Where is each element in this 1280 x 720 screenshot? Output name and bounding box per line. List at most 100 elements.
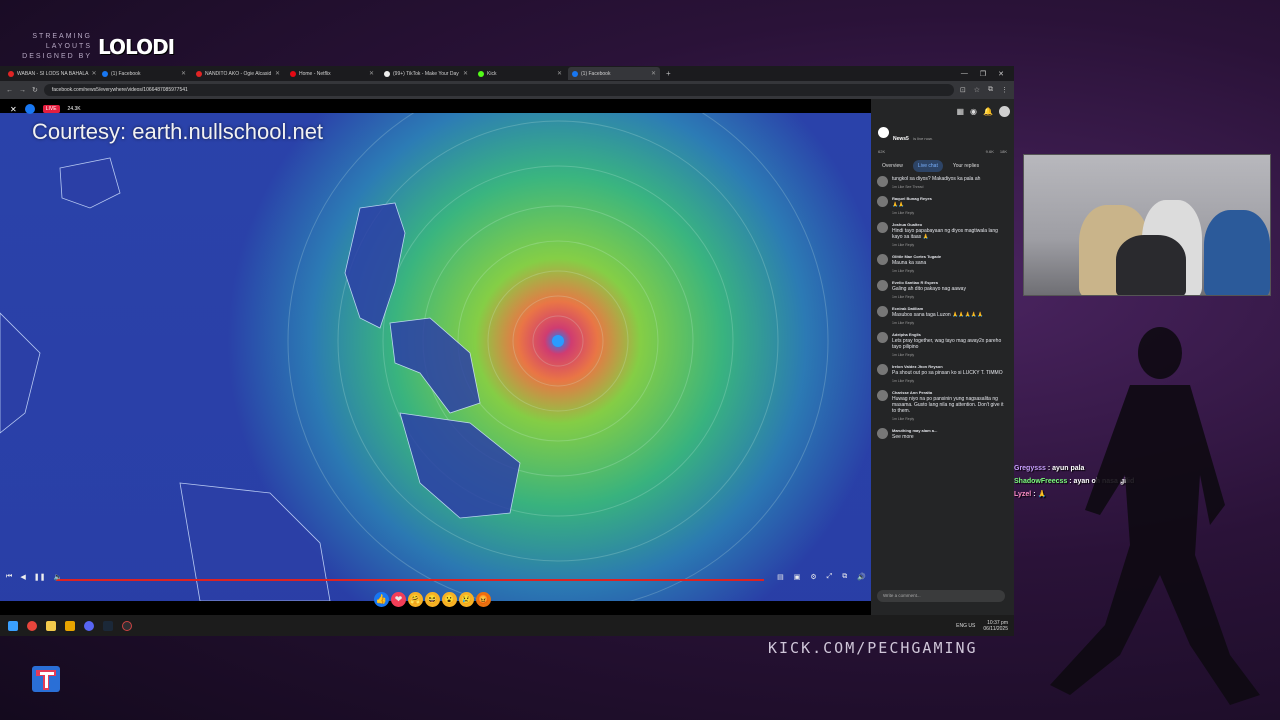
like-reaction-icon[interactable]: 👍 xyxy=(374,592,389,607)
notifications-icon[interactable]: 🔔 xyxy=(983,107,993,116)
minimize-icon[interactable]: — xyxy=(961,70,968,78)
close-video-icon[interactable]: ✕ xyxy=(10,105,17,114)
language-indicator[interactable]: ENG US xyxy=(956,623,975,629)
commenter-avatar[interactable] xyxy=(877,306,888,317)
commenter-avatar[interactable] xyxy=(877,222,888,233)
facebook-icon[interactable] xyxy=(24,104,35,114)
obs-icon[interactable] xyxy=(122,620,132,631)
captions-icon[interactable]: ▤ xyxy=(777,573,784,581)
pip-icon[interactable]: ⧉ xyxy=(842,573,847,581)
comment-item: Irelon Valdez Jhon Reyson Pa shout out po… xyxy=(877,364,1008,384)
comment-meta[interactable]: 1m Like Reply xyxy=(892,242,1008,248)
page-name[interactable]: News5 xyxy=(893,136,909,142)
steam-icon[interactable] xyxy=(103,620,113,631)
share-count[interactable]: 18K xyxy=(1000,149,1007,154)
rewind-icon[interactable]: ◀ xyxy=(20,573,25,581)
comment-meta[interactable]: 1m Like Reply xyxy=(892,352,1008,358)
browser-tab[interactable]: Home - Netflix ✕ xyxy=(286,67,378,80)
chrome-icon[interactable] xyxy=(27,620,37,631)
close-tab-icon[interactable]: ✕ xyxy=(651,70,656,77)
chat-tab[interactable]: Your replies xyxy=(948,160,984,172)
sad-reaction-icon[interactable]: 😢 xyxy=(459,592,474,607)
comment-text: Lets pray together, wag tayo mag away2x … xyxy=(892,338,1002,350)
comment-meta[interactable]: 1m Like Reply xyxy=(892,416,1008,422)
sticky-app-icon[interactable] xyxy=(65,620,75,631)
browser-tab[interactable]: Kick ✕ xyxy=(474,67,566,80)
chat-tab[interactable]: Overview xyxy=(877,160,908,172)
start-icon[interactable] xyxy=(8,620,18,631)
close-tab-icon[interactable]: ✕ xyxy=(181,70,186,77)
commenter-avatar[interactable] xyxy=(877,280,888,291)
comment-text: tungkol sa diyos? Makadiyos ka pala ah xyxy=(892,176,981,182)
love-reaction-icon[interactable]: ❤ xyxy=(391,592,406,607)
comment-text: Mauna ka sana xyxy=(892,260,927,266)
commenter-avatar[interactable] xyxy=(877,390,888,401)
reaction-count[interactable]: 62K xyxy=(878,149,885,154)
skip-back-icon[interactable]: ⏮ xyxy=(6,573,12,581)
close-tab-icon[interactable]: ✕ xyxy=(92,70,96,77)
comment-meta[interactable]: 1m Like Reply xyxy=(892,268,941,274)
maximize-icon[interactable]: ❐ xyxy=(980,70,986,78)
close-tab-icon[interactable]: ✕ xyxy=(557,70,562,77)
tab-favicon-icon xyxy=(572,70,578,77)
wow-reaction-icon[interactable]: 😮 xyxy=(442,592,457,607)
forward-icon[interactable]: → xyxy=(19,87,26,94)
commenter-avatar[interactable] xyxy=(877,428,888,439)
video-player[interactable]: ✕ LIVE 24.3K Courtesy: earth.nullschool.… xyxy=(0,99,871,615)
comment-body: Glittle Mae Cortes Tugade Mauna ka sana 1m… xyxy=(892,254,941,274)
file-explorer-icon[interactable] xyxy=(46,620,56,631)
commenter-avatar[interactable] xyxy=(877,332,888,343)
discord-icon[interactable] xyxy=(84,620,94,631)
comment-meta[interactable]: 1m Like Reply xyxy=(892,378,1003,384)
tab-label: NANDITO AKO - Ogie Alcasid xyxy=(205,70,272,77)
bookmark-star-icon[interactable]: ☆ xyxy=(974,86,980,94)
browser-tab[interactable]: NANDITO AKO - Ogie Alcasid ✕ xyxy=(192,67,284,80)
browser-tab[interactable]: (1) Facebook ✕ xyxy=(568,67,660,80)
comment-count[interactable]: 9.6K xyxy=(986,149,994,154)
back-icon[interactable]: ← xyxy=(6,87,13,94)
apps-grid-icon[interactable]: ▦ xyxy=(956,107,964,116)
address-bar[interactable]: facebook.com/news5/everywhere/videos/106… xyxy=(43,84,954,96)
comment-meta[interactable]: 1m Like Reply xyxy=(892,210,932,216)
volume-icon[interactable]: 🔈 xyxy=(53,573,62,581)
browser-tab[interactable]: WABAN - SI LODS NA BAHALA ✕ xyxy=(4,67,96,80)
menu-icon[interactable]: ⋮ xyxy=(1001,86,1008,94)
angry-reaction-icon[interactable]: 😡 xyxy=(476,592,491,607)
miniplayer-icon[interactable]: ▣ xyxy=(794,573,801,581)
expand-icon[interactable]: ⤢ xyxy=(827,573,833,581)
chat-tab[interactable]: Live chat xyxy=(912,160,943,172)
commenter-avatar[interactable] xyxy=(877,364,888,375)
close-tab-icon[interactable]: ✕ xyxy=(275,70,280,77)
speaker-icon[interactable]: 🔊 xyxy=(857,573,866,581)
close-window-icon[interactable]: ✕ xyxy=(998,70,1004,78)
tab-favicon-icon xyxy=(290,70,296,77)
commenter-avatar[interactable] xyxy=(877,196,888,207)
haha-reaction-icon[interactable]: 😆 xyxy=(425,592,440,607)
new-tab-button[interactable]: + xyxy=(662,69,675,78)
messenger-icon[interactable]: ◉ xyxy=(970,107,977,116)
pause-icon[interactable]: ❚❚ xyxy=(34,573,46,581)
comment-meta[interactable]: 1m Like Reply xyxy=(892,320,983,326)
live-status: is live now. xyxy=(913,136,933,141)
clock[interactable]: 10:37 pm 06/11/2025 xyxy=(983,620,1008,632)
news5-avatar[interactable] xyxy=(878,127,889,138)
comment-input[interactable]: Write a comment... xyxy=(877,590,1005,602)
tab-favicon-icon xyxy=(8,70,14,77)
extensions-icon[interactable]: ⧉ xyxy=(988,86,993,94)
chat-username: Lyzel xyxy=(1014,491,1032,498)
browser-tab[interactable]: (1) Facebook ✕ xyxy=(98,67,190,80)
close-tab-icon[interactable]: ✕ xyxy=(369,70,374,77)
profile-avatar[interactable] xyxy=(999,105,1010,117)
comment-meta[interactable]: 1m Like Reply xyxy=(892,294,966,300)
care-reaction-icon[interactable]: 🤗 xyxy=(408,592,423,607)
commenter-avatar[interactable] xyxy=(877,176,888,187)
comment-text: Hindi tayo papabayaan ng diyos magtiwala… xyxy=(892,228,998,240)
commenter-avatar[interactable] xyxy=(877,254,888,265)
install-icon[interactable]: ⊡ xyxy=(960,86,966,94)
close-tab-icon[interactable]: ✕ xyxy=(463,70,468,77)
comment-meta[interactable]: 1m Like See Thread xyxy=(892,184,980,190)
browser-tab[interactable]: (99+) TikTok - Make Your Day ✕ xyxy=(380,67,472,80)
comment-body: Irelon Valdez Jhon Reyson Pa shout out po… xyxy=(892,364,1003,384)
settings-gear-icon[interactable]: ⚙ xyxy=(810,573,816,581)
reload-icon[interactable]: ↻ xyxy=(32,86,38,94)
